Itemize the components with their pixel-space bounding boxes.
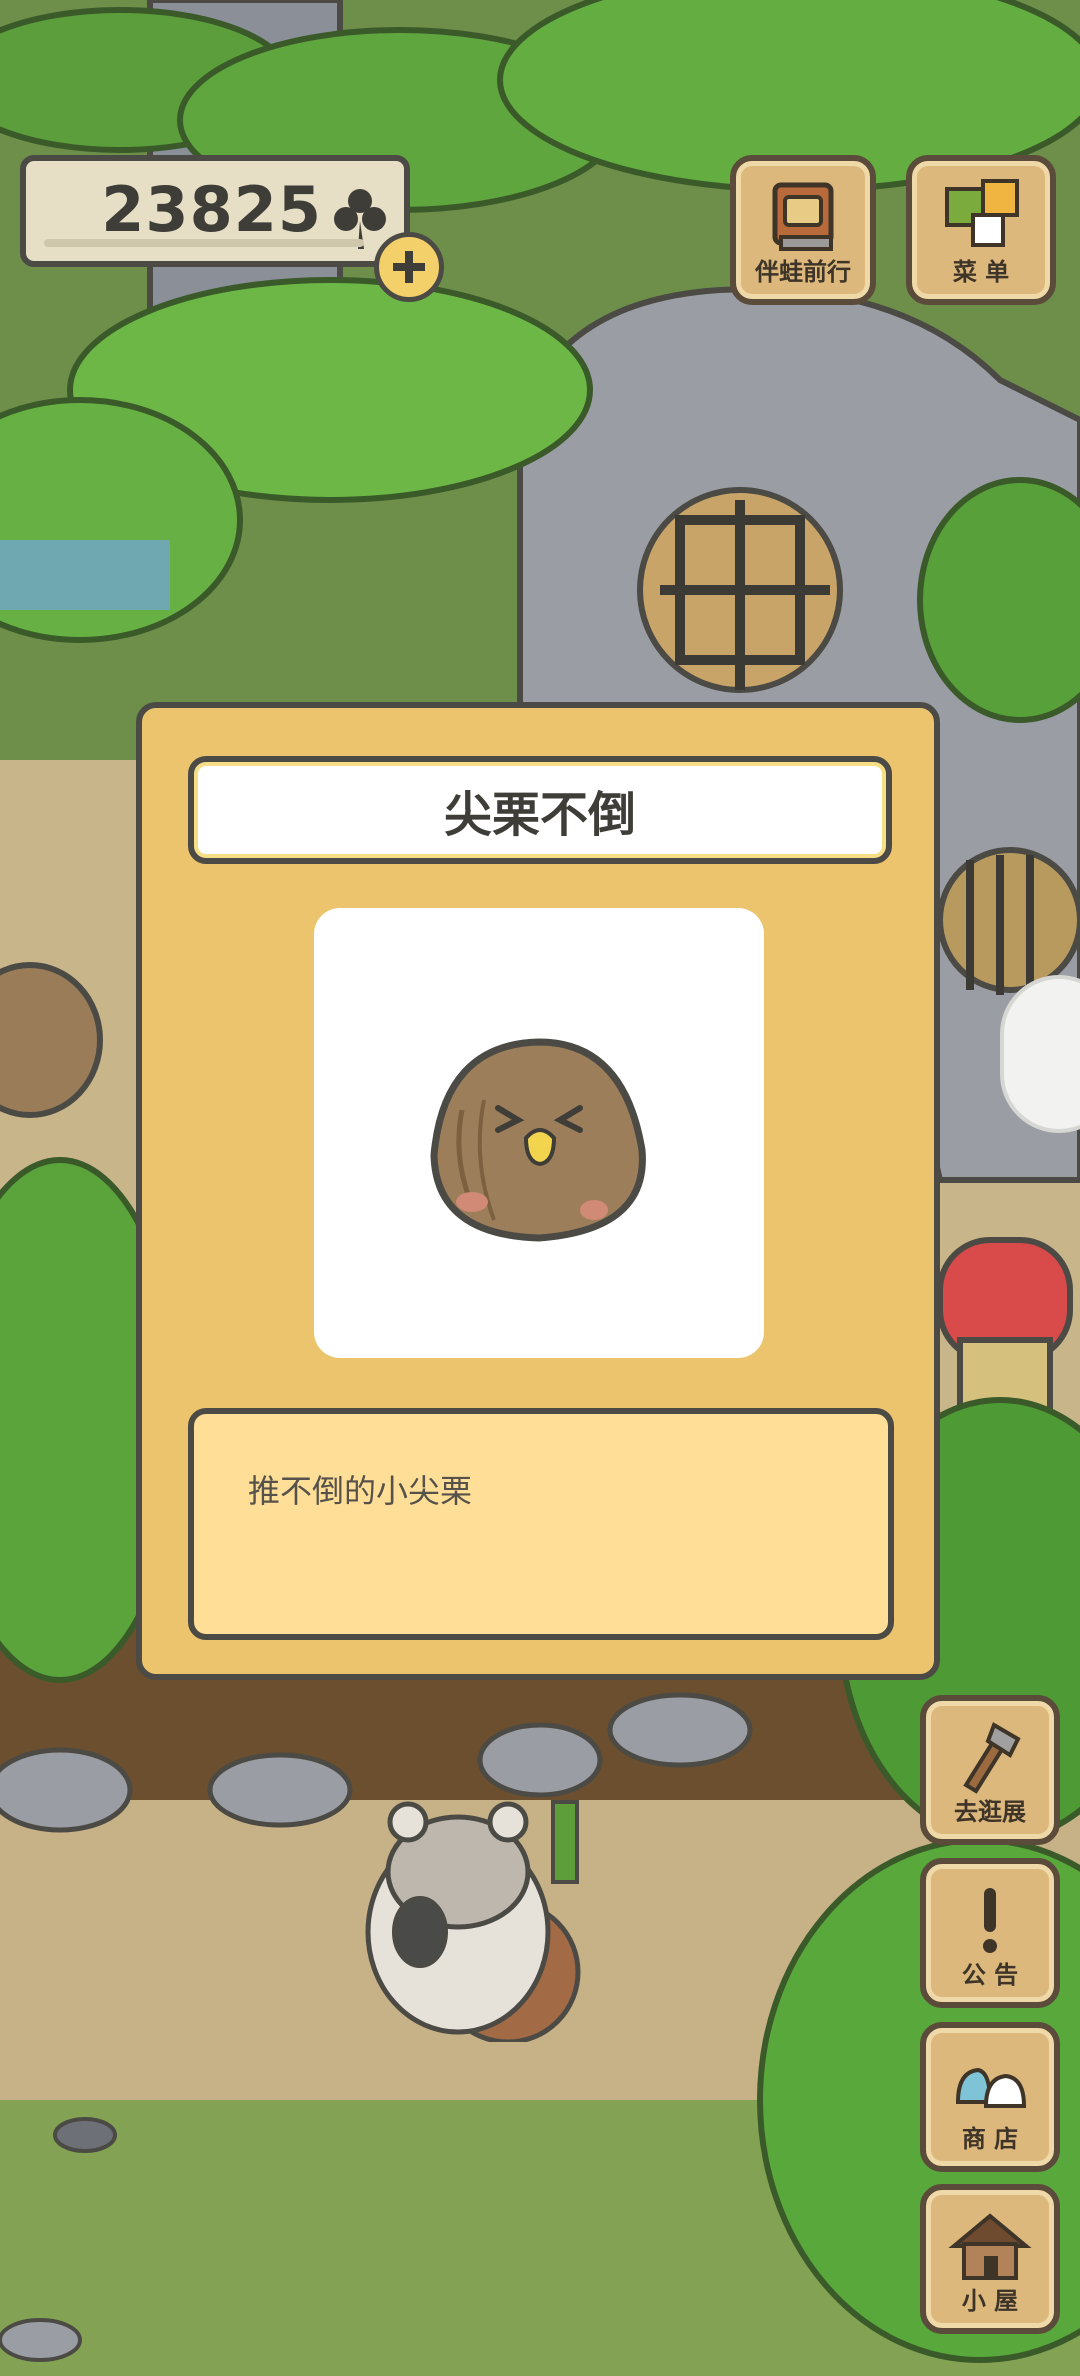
- shop-button[interactable]: 商 店: [920, 2022, 1060, 2172]
- exclamation-icon: [983, 1888, 997, 1953]
- notice-label: 公 告: [961, 1961, 1019, 1989]
- expo-button[interactable]: 去逛展: [920, 1695, 1060, 1845]
- menu-label: 菜 单: [952, 258, 1010, 286]
- add-clover-button[interactable]: [374, 232, 444, 302]
- house-label: 小 屋: [961, 2287, 1019, 2315]
- clover-counter: 23825: [20, 155, 410, 267]
- menu-icon: [945, 179, 1019, 247]
- item-description-box: 推不倒的小尖栗: [188, 1408, 894, 1640]
- chestnut-icon: [430, 1038, 646, 1242]
- bag-icon: [955, 2067, 1027, 2108]
- hamster-character: [365, 1800, 581, 2042]
- game-scene: 23825 伴蛙前行 菜 单 去逛展 公 告 商 店 小 屋 尖栗不倒 推不倒的…: [0, 0, 1080, 2376]
- travel-button[interactable]: 伴蛙前行: [730, 155, 876, 305]
- house-button[interactable]: 小 屋: [920, 2184, 1060, 2334]
- album-icon: [772, 182, 834, 251]
- menu-button[interactable]: 菜 单: [906, 155, 1056, 305]
- counter-underline: [44, 239, 364, 247]
- travel-label: 伴蛙前行: [755, 258, 851, 286]
- notice-button[interactable]: 公 告: [920, 1858, 1060, 2008]
- plus-icon: [393, 251, 425, 283]
- side-character-bubble[interactable]: [1000, 975, 1080, 1133]
- shop-label: 商 店: [961, 2125, 1019, 2153]
- item-title: 尖栗不倒: [443, 787, 636, 843]
- dialog-title-box: 尖栗不倒: [188, 756, 892, 864]
- clover-count: 23825: [101, 173, 322, 246]
- house-icon: [948, 2213, 1032, 2280]
- item-description: 推不倒的小尖栗: [248, 1472, 473, 1510]
- expo-label: 去逛展: [954, 1798, 1026, 1826]
- shovel-icon: [963, 1722, 1021, 1794]
- item-image-frame: [314, 908, 764, 1358]
- item-detail-dialog: 尖栗不倒 推不倒的小尖栗: [136, 702, 940, 1680]
